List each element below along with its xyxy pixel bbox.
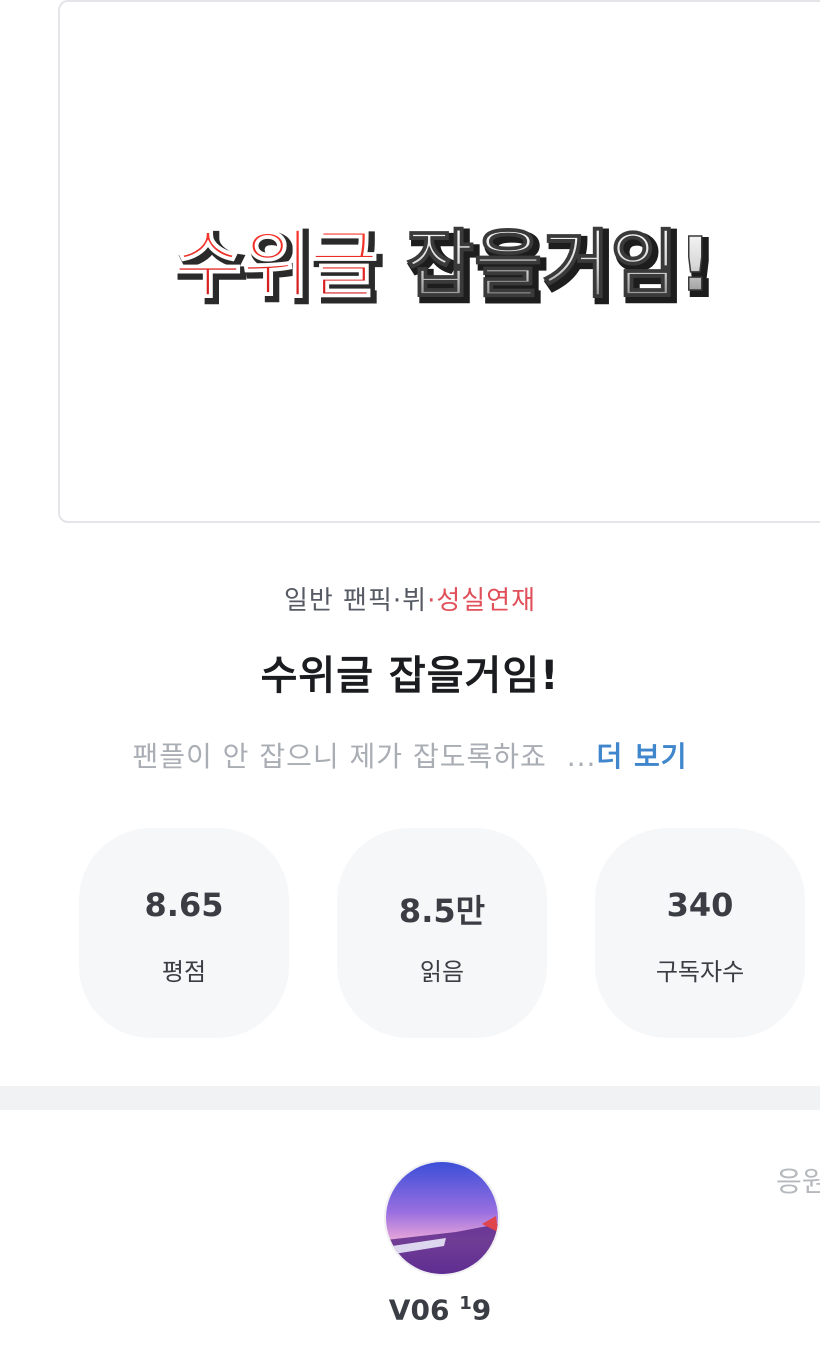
author-name-main: V06 — [388, 1293, 450, 1327]
stat-reads: 8.5만 읽음 — [337, 828, 547, 1038]
stat-subscribers: 340 구독자수 — [595, 828, 805, 1038]
stat-value: 8.65 — [144, 886, 224, 924]
author-name-sup: 1 — [459, 1293, 472, 1314]
separator-dot: · — [427, 586, 437, 616]
cover-title-part1: 수위글 — [174, 222, 378, 308]
cover-image[interactable]: 수위글 수위글 잡을거임! 잡을거임! — [58, 0, 820, 523]
stat-label: 읽음 — [419, 958, 465, 986]
description-row: 팬플이 안 잡으니 제가 잡도록하죠 ...더 보기 — [0, 735, 820, 775]
stat-label: 평점 — [161, 958, 207, 986]
see-more-button[interactable]: 더 보기 — [596, 740, 687, 773]
stat-rating: 8.65 평점 — [79, 828, 289, 1038]
stat-value: 8.5만 — [398, 892, 486, 930]
novel-title: 수위글 잡을거임! — [260, 653, 560, 699]
description-text: 팬플이 안 잡으니 제가 잡도록하죠 — [132, 740, 547, 773]
cover-title-art: 수위글 수위글 잡을거임! 잡을거임! — [174, 222, 719, 312]
stat-label: 구독자수 — [655, 958, 745, 986]
cheer-button[interactable]: 응원 — [776, 1160, 820, 1200]
section-divider — [0, 1086, 820, 1110]
cover-title-part2: 잡을거임! — [406, 222, 712, 308]
novel-detail-page: 수위글 수위글 잡을거임! 잡을거임! 일반 팬픽·뷔·성실연재 수위글 잡을거… — [0, 0, 820, 1367]
author-name[interactable]: V06 19 — [340, 1293, 540, 1326]
serial-badge: 성실연재 — [436, 586, 537, 616]
genre-label: 일반 팬픽·뷔 — [283, 586, 428, 616]
description-ellipsis: ... — [566, 740, 597, 773]
avatar-image — [386, 1162, 498, 1274]
author-name-suffix: 9 — [471, 1293, 492, 1327]
author-avatar[interactable] — [384, 1160, 500, 1276]
stat-value: 340 — [666, 886, 734, 924]
genre-status-line: 일반 팬픽·뷔·성실연재 — [0, 580, 820, 617]
